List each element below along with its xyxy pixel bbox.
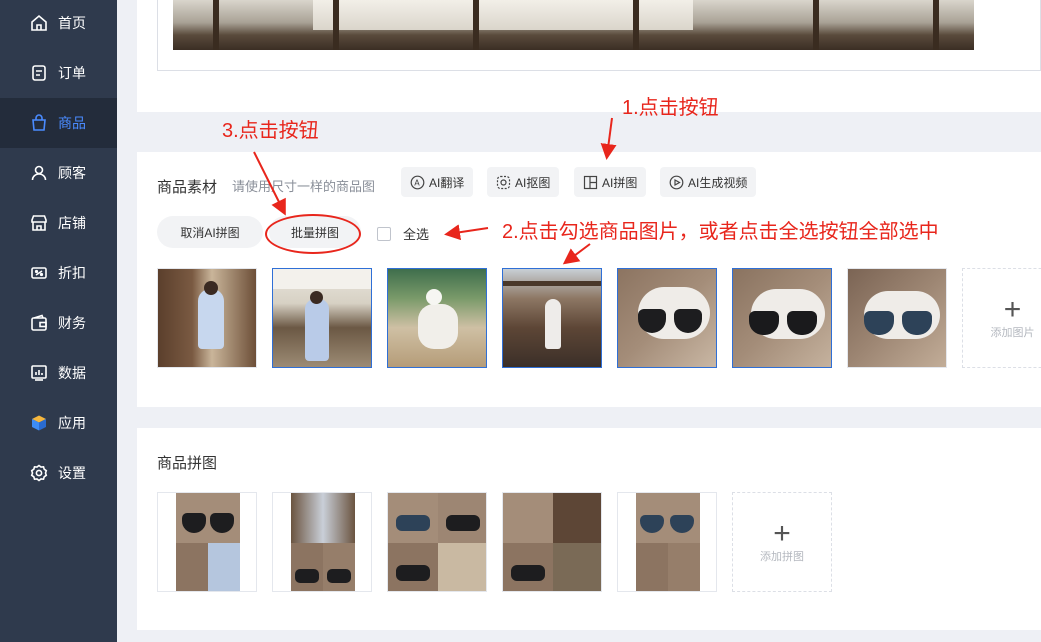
collage-card: 商品拼图 + 添加拼图 [137, 428, 1041, 630]
sidebar-item-label: 设置 [58, 465, 86, 481]
cancel-ai-collage-button[interactable]: 取消AI拼图 [157, 216, 263, 248]
material-image-6[interactable] [732, 268, 832, 368]
ai-collage-button[interactable]: AI拼图 [574, 167, 647, 197]
bag-icon [30, 114, 48, 132]
svg-text:A: A [414, 178, 420, 187]
sidebar-item-customers[interactable]: 顾客 [0, 148, 117, 198]
sidebar-item-label: 顾客 [58, 165, 86, 181]
cutout-icon [496, 175, 511, 190]
annotation-circle [265, 214, 361, 254]
collage-image-1[interactable] [157, 492, 257, 592]
sidebar-item-settings[interactable]: 设置 [0, 448, 117, 498]
plus-icon: + [773, 517, 791, 550]
add-collage-button[interactable]: + 添加拼图 [732, 492, 832, 592]
materials-card: 商品素材 请使用尺寸一样的商品图 A AI翻译 AI抠图 AI拼图 AI生成视频… [137, 152, 1041, 407]
select-all-label: 全选 [403, 227, 430, 242]
ai-video-button[interactable]: AI生成视频 [660, 167, 757, 197]
main-content: 商品素材 请使用尺寸一样的商品图 A AI翻译 AI抠图 AI拼图 AI生成视频… [117, 0, 1041, 642]
add-image-label: 添加图片 [990, 327, 1035, 339]
material-image-4[interactable] [502, 268, 602, 368]
checkbox-box[interactable] [377, 226, 391, 241]
ai-cutout-button[interactable]: AI抠图 [487, 167, 560, 197]
sidebar-item-label: 店铺 [58, 215, 86, 231]
collage-image-5[interactable] [617, 492, 717, 592]
sidebar-item-label: 商品 [58, 115, 86, 131]
sidebar-item-discount[interactable]: 折扣 [0, 248, 117, 298]
collage-image-2[interactable] [272, 492, 372, 592]
sidebar-item-label: 订单 [58, 65, 86, 81]
ai-collage-label: AI拼图 [602, 175, 638, 190]
sidebar-item-label: 首页 [58, 15, 86, 31]
video-icon [669, 175, 684, 190]
sidebar-item-label: 应用 [58, 415, 86, 431]
sidebar-item-data[interactable]: 数据 [0, 348, 117, 398]
sidebar-item-apps[interactable]: 应用 [0, 398, 117, 448]
sidebar-item-store[interactable]: 店铺 [0, 198, 117, 248]
cube-icon [30, 414, 48, 432]
wallet-icon [30, 314, 48, 332]
plus-icon: + [1003, 293, 1022, 326]
add-image-button[interactable]: + 添加图片 [962, 268, 1041, 368]
user-icon [30, 164, 48, 182]
material-image-5[interactable] [617, 268, 717, 368]
sidebar-item-finance[interactable]: 财务 [0, 298, 117, 348]
ai-translate-button[interactable]: A AI翻译 [401, 167, 474, 197]
ai-cutout-label: AI抠图 [515, 175, 551, 190]
annotation-step-2: 2.点击勾选商品图片，或者点击全选按钮全部选中 [502, 221, 939, 243]
sidebar-item-label: 数据 [58, 365, 86, 381]
discount-icon [30, 264, 48, 282]
store-icon [30, 214, 48, 232]
annotation-step-3: 3.点击按钮 [222, 120, 319, 142]
description-image [173, 0, 974, 50]
material-image-2[interactable] [272, 268, 372, 368]
select-all-checkbox[interactable]: 全选 [377, 224, 429, 243]
description-card [137, 0, 1041, 112]
materials-title: 商品素材 [157, 179, 218, 196]
sidebar-item-products[interactable]: 商品 [0, 98, 117, 148]
material-image-7[interactable] [847, 268, 947, 368]
order-icon [30, 64, 48, 82]
collage-icon [583, 175, 598, 190]
add-collage-label: 添加拼图 [760, 551, 804, 563]
materials-hint: 请使用尺寸一样的商品图 [232, 179, 376, 194]
sidebar-item-label: 折扣 [58, 265, 86, 281]
home-icon [30, 14, 48, 32]
ai-translate-label: AI翻译 [429, 175, 465, 190]
collage-image-3[interactable] [387, 492, 487, 592]
collage-image-4[interactable] [502, 492, 602, 592]
sidebar-item-label: 财务 [58, 315, 86, 331]
material-image-1[interactable] [157, 268, 257, 368]
ai-video-label: AI生成视频 [688, 175, 748, 190]
gear-icon [30, 464, 48, 482]
translate-icon: A [410, 175, 425, 190]
material-image-3[interactable] [387, 268, 487, 368]
collage-title: 商品拼图 [157, 455, 218, 472]
sidebar-item-home[interactable]: 首页 [0, 0, 117, 48]
annotation-step-1: 1.点击按钮 [622, 97, 719, 119]
sidebar-item-orders[interactable]: 订单 [0, 48, 117, 98]
chart-icon [30, 364, 48, 382]
sidebar: 首页 订单 商品 顾客 店铺 折扣 财务 数据 应用 设置 [0, 0, 117, 642]
